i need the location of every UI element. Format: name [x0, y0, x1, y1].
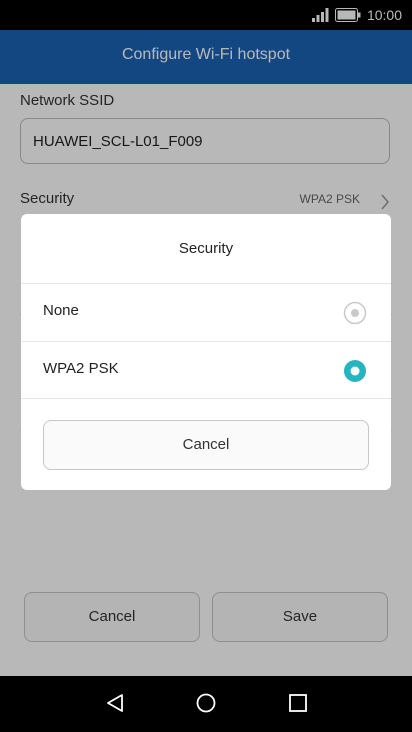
radio-selected-icon[interactable]: [343, 359, 367, 387]
divider: [21, 398, 391, 399]
recents-icon[interactable]: [287, 692, 309, 718]
option-none[interactable]: None: [21, 284, 391, 340]
radio-unselected-icon[interactable]: [343, 301, 367, 329]
security-dialog: Security None WPA2 PSK Cancel: [21, 214, 391, 490]
option-wpa2-psk[interactable]: WPA2 PSK: [21, 342, 391, 398]
home-icon[interactable]: [195, 692, 217, 718]
option-label: None: [43, 302, 79, 319]
dialog-cancel-button[interactable]: Cancel: [43, 420, 369, 470]
dialog-title: Security: [178, 240, 234, 257]
option-label: WPA2 PSK: [43, 360, 119, 377]
back-icon[interactable]: [104, 692, 126, 718]
navigation-bar: [0, 676, 412, 732]
